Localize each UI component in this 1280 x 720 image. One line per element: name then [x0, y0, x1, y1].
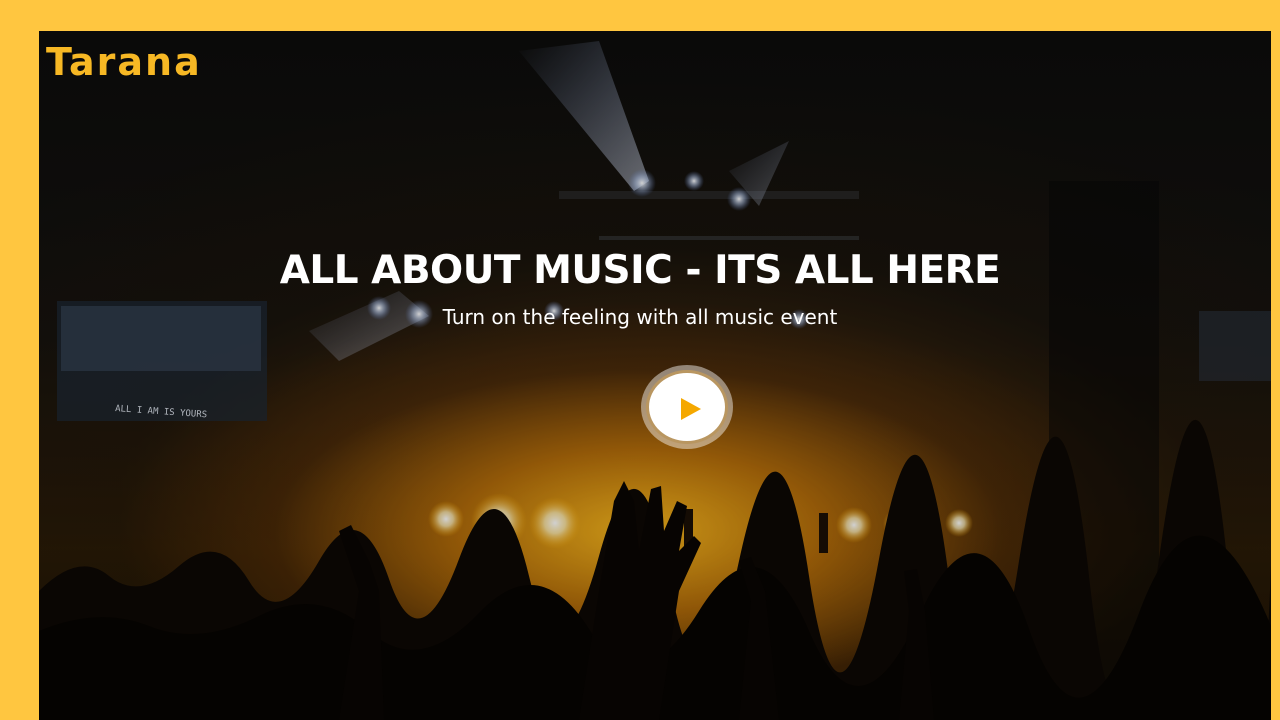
hero-headline: ALL ABOUT MUSIC - ITS ALL HERE	[279, 248, 1001, 293]
hero-subheadline: Turn on the feeling with all music event	[442, 305, 838, 329]
play-video-button[interactable]	[646, 370, 728, 444]
page-frame: ALL I AM IS YOURS Tarana ALL ABOUT MUSIC…	[0, 0, 1280, 720]
play-icon	[681, 398, 701, 420]
brand-logo[interactable]: Tarana	[46, 40, 202, 84]
hero-overlay	[39, 31, 1271, 720]
hero-section: ALL I AM IS YOURS	[39, 31, 1271, 720]
